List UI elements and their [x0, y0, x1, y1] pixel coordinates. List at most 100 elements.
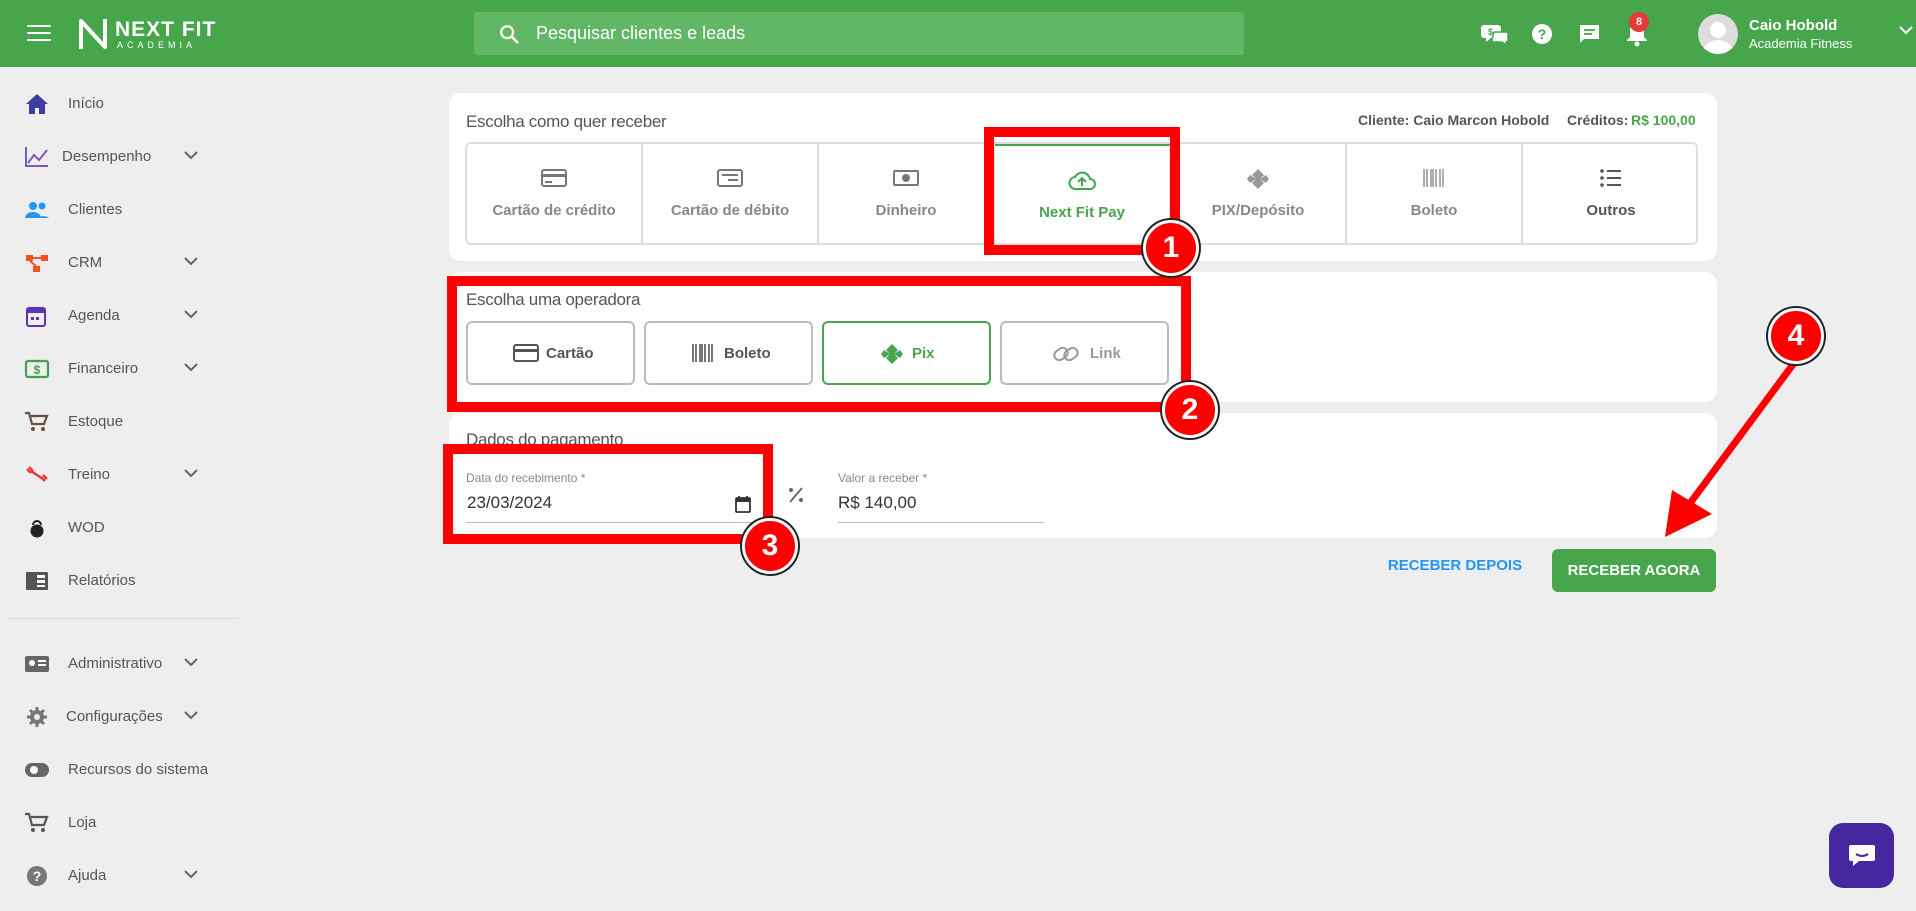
tab-outros[interactable]: Outros: [1523, 144, 1696, 243]
user-organization: Academia Fitness: [1749, 36, 1853, 51]
sidebar-item-crm[interactable]: CRM: [0, 239, 240, 287]
toggle-icon: [25, 763, 49, 777]
debit-card-icon: [717, 169, 743, 187]
brand-subtitle: ACADEMIA: [117, 40, 197, 50]
step-badge-3: 3: [742, 518, 798, 574]
receive-now-button[interactable]: RECEBER AGORA: [1552, 549, 1716, 592]
arrow-annotation-icon: [1665, 351, 1804, 537]
client-name: Cliente: Caio Marcon Hobold: [1358, 112, 1550, 128]
credits-label: Créditos:: [1567, 112, 1629, 128]
tab-label: Cartão de crédito: [492, 202, 616, 219]
svg-text:?: ?: [33, 868, 42, 884]
chat-widget-button[interactable]: [1829, 823, 1894, 888]
chevron-down-icon: [184, 363, 198, 372]
tab-label: Cartão de débito: [670, 202, 790, 219]
pix-icon: [1247, 169, 1269, 189]
chevron-down-icon: [184, 870, 198, 879]
sidebar-item-label: Loja: [68, 814, 97, 831]
chevron-down-icon: [184, 711, 198, 720]
sidebar-item-label: Desempenho: [62, 148, 152, 165]
help-icon: ?: [27, 866, 47, 886]
svg-text:$: $: [34, 363, 41, 377]
sidebar-item-recursos[interactable]: Recursos do sistema: [0, 746, 240, 794]
sidebar-item-loja[interactable]: Loja: [0, 799, 240, 847]
sidebar-item-financeiro[interactable]: $ Financeiro: [0, 345, 240, 393]
sidebar-item-wod[interactable]: WOD: [0, 504, 240, 552]
receive-later-button[interactable]: RECEBER DEPOIS: [1380, 557, 1530, 583]
whatsapp-chat-icon[interactable]: $: [1480, 21, 1510, 47]
sidebar-item-label: Recursos do sistema: [68, 761, 209, 778]
brand-name: NEXT FIT: [115, 18, 217, 41]
chat-icon: [1849, 845, 1875, 866]
sidebar: Início Desempenho Clientes CRM Agenda $ …: [0, 67, 240, 911]
sidebar-item-ajuda[interactable]: ? Ajuda: [0, 852, 240, 900]
tab-label: Outros: [1586, 202, 1636, 219]
sidebar-item-configuracoes[interactable]: Configurações: [0, 693, 240, 741]
home-icon: [26, 94, 48, 114]
step-badge-4: 4: [1768, 308, 1824, 364]
credit-card-icon: [541, 169, 567, 187]
step-badge-1: 1: [1143, 220, 1199, 276]
sidebar-item-clientes[interactable]: Clientes: [0, 186, 240, 234]
tab-pix-deposito[interactable]: PIX/Depósito: [1171, 144, 1347, 243]
chevron-down-icon: [184, 151, 198, 160]
amount-field[interactable]: [838, 493, 1038, 513]
sidebar-item-agenda[interactable]: Agenda: [0, 292, 240, 340]
sidebar-item-label: Configurações: [66, 708, 163, 725]
calendar-icon: [26, 307, 46, 327]
sidebar-item-label: Agenda: [68, 307, 120, 324]
sidebar-item-estoque[interactable]: Estoque: [0, 398, 240, 446]
percent-icon[interactable]: [787, 485, 805, 505]
amount-field-label: Valor a receber *: [838, 471, 928, 485]
user-name: Caio Hobold: [1749, 17, 1838, 34]
tab-cash[interactable]: Dinheiro: [819, 144, 995, 243]
sidebar-item-relatorios[interactable]: Relatórios: [0, 557, 240, 605]
sidebar-item-label: CRM: [68, 254, 103, 271]
search-icon: [500, 25, 519, 44]
tab-label: PIX/Depósito: [1211, 202, 1305, 219]
sidebar-item-label: Estoque: [68, 413, 124, 430]
payment-method-title: Escolha como quer receber: [466, 112, 667, 131]
logo-mark-icon: [79, 19, 107, 49]
tab-boleto[interactable]: Boleto: [1347, 144, 1523, 243]
tab-credit-card[interactable]: Cartão de crédito: [467, 144, 643, 243]
list-icon: [1600, 169, 1621, 187]
sidebar-item-label: Início: [68, 95, 104, 112]
sidebar-item-label: Ajuda: [68, 867, 107, 884]
menu-icon[interactable]: [27, 25, 51, 43]
report-icon: [26, 572, 48, 590]
message-icon[interactable]: [1578, 23, 1601, 45]
cart-icon: [25, 411, 49, 431]
sidebar-item-label: Relatórios: [68, 572, 136, 589]
chevron-down-icon: [1899, 26, 1913, 35]
step-badge-2: 2: [1162, 382, 1218, 438]
sidebar-item-label: Treino: [68, 466, 110, 483]
gear-icon: [27, 707, 47, 727]
chevron-down-icon: [184, 257, 198, 266]
cart-icon: [25, 812, 49, 832]
sidebar-divider: [8, 618, 238, 619]
help-icon[interactable]: ?: [1531, 23, 1553, 45]
people-icon: [25, 202, 49, 218]
search-input[interactable]: [536, 12, 1226, 55]
tab-label: Boleto: [1410, 202, 1458, 219]
tab-debit-card[interactable]: Cartão de débito: [643, 144, 819, 243]
sidebar-item-label: Administrativo: [68, 655, 163, 672]
chevron-down-icon: [184, 469, 198, 478]
sidebar-item-label: WOD: [68, 519, 105, 536]
avatar: [1698, 14, 1738, 54]
chevron-down-icon: [184, 658, 198, 667]
sidebar-item-treino[interactable]: Treino: [0, 451, 240, 499]
svg-text:$: $: [1488, 27, 1493, 37]
amount-field-underline: [838, 522, 1044, 523]
highlight-box-3: [443, 444, 773, 544]
sidebar-item-inicio[interactable]: Início: [0, 80, 240, 128]
top-bar: NEXT FIT ACADEMIA $ ? 8 Caio Hobold Acad…: [0, 0, 1916, 67]
sidebar-item-desempenho[interactable]: Desempenho: [0, 133, 240, 181]
search-bar: [474, 12, 1244, 55]
id-card-icon: [25, 656, 49, 672]
barcode-icon: [1423, 169, 1444, 187]
crm-icon: [26, 255, 48, 272]
sidebar-item-administrativo[interactable]: Administrativo: [0, 640, 240, 688]
chart-line-icon: [25, 147, 48, 167]
